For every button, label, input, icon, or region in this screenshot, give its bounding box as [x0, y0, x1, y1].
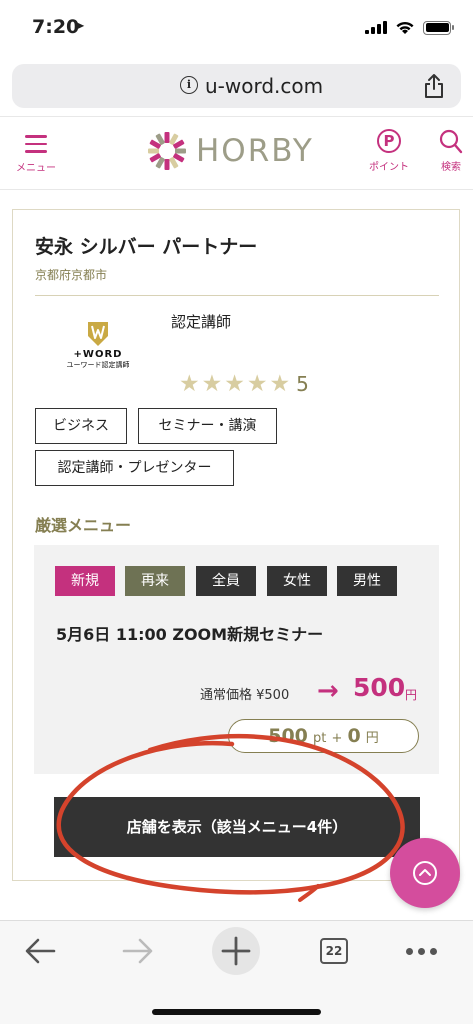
points-icon: P: [377, 129, 401, 153]
cash-value: 0: [347, 725, 361, 747]
logo-petal: [175, 148, 186, 154]
tag-business[interactable]: ビジネス: [35, 408, 127, 444]
back-arrow-icon[interactable]: [24, 935, 58, 967]
tag-presenter[interactable]: 認定講師・プレゼンター: [35, 450, 234, 486]
status-indicators: [365, 20, 454, 35]
status-bar: 7:20 ➤: [0, 0, 473, 56]
site-header: メニュー HORBY P ポイント 検索: [0, 116, 473, 190]
star-icon: ★: [246, 370, 268, 397]
sale-price-unit: 円: [405, 688, 418, 702]
logo-text: HORBY: [196, 133, 314, 169]
points-button[interactable]: P ポイント: [364, 129, 414, 173]
menu-label: メニュー: [16, 162, 56, 174]
badge-male: 男性: [337, 566, 397, 596]
thumb-subtitle: ユーワード認定講師: [66, 361, 130, 369]
points-price: 500 pt + 0 円: [228, 719, 419, 753]
status-time: 7:20: [32, 16, 80, 38]
show-shop-button[interactable]: 店舗を表示（該当メニュー4件）: [54, 797, 420, 857]
logo-petal: [164, 159, 170, 170]
badge-new: 新規: [55, 566, 115, 596]
browser-toolbar: 22: [0, 920, 473, 1024]
badge-return: 再来: [125, 566, 185, 596]
star-icon: ★: [224, 370, 245, 397]
new-tab-button[interactable]: [212, 927, 260, 975]
star-icon: ★: [179, 370, 200, 397]
logo-petal: [148, 148, 159, 154]
tag-seminar[interactable]: セミナー・講演: [138, 408, 277, 444]
thumb-logo-text: +WORD: [73, 349, 123, 360]
star-icon: ★: [201, 370, 223, 397]
points-unit: pt: [312, 731, 327, 746]
menu-item-title[interactable]: 5月6日 11:00 ZOOM新規セミナー: [56, 621, 323, 645]
sale-price: 500: [353, 673, 406, 702]
address-bar[interactable]: i u-word.com: [12, 64, 461, 108]
star-icon: ★: [269, 370, 291, 397]
badge-all: 全員: [196, 566, 256, 596]
battery-icon: [423, 20, 454, 35]
certification-label: 認定講師: [171, 313, 232, 331]
points-value: 500: [268, 725, 308, 747]
cash-unit: 円: [365, 731, 379, 746]
shop-name[interactable]: 安永 シルバー パートナー: [35, 232, 257, 259]
logo-petal: [164, 132, 170, 143]
points-plus: +: [331, 731, 343, 746]
wifi-icon: [396, 21, 414, 34]
plus-icon: [221, 936, 251, 966]
word-shield-icon: [88, 322, 108, 346]
normal-price: 通常価格 ¥500: [200, 688, 290, 703]
search-button[interactable]: 検索: [432, 129, 470, 173]
divider: [35, 295, 439, 296]
logo-mark-icon: [148, 132, 186, 170]
rating-stars: ★ ★ ★ ★ ★ 5: [179, 372, 309, 396]
cellular-signal-icon: [365, 21, 387, 34]
forward-arrow-icon[interactable]: [120, 935, 154, 967]
hamburger-icon: [25, 135, 47, 153]
more-icon[interactable]: [406, 948, 437, 955]
scroll-top-button[interactable]: [390, 838, 460, 908]
price-arrow-icon: →: [317, 676, 339, 706]
menu-button[interactable]: メニュー: [10, 135, 62, 174]
chevron-up-icon: [413, 861, 437, 885]
search-label: 検索: [441, 162, 461, 173]
tab-count-button[interactable]: 22: [320, 938, 348, 964]
featured-menu-item[interactable]: 新規 再来 全員 女性 男性 5月6日 11:00 ZOOM新規セミナー 通常価…: [34, 545, 439, 774]
rating-value: 5: [296, 372, 309, 396]
featured-menu-title: 厳選メニュー: [35, 516, 132, 535]
search-icon: [439, 129, 463, 154]
url-text[interactable]: u-word.com: [205, 74, 323, 98]
home-indicator: [152, 1009, 321, 1015]
points-label: ポイント: [369, 162, 409, 173]
badge-female: 女性: [267, 566, 327, 596]
site-logo[interactable]: HORBY: [146, 129, 314, 173]
share-icon[interactable]: [423, 73, 445, 99]
shop-card: 安永 シルバー パートナー 京都府京都市 +WORD ユーワード認定講師 認定講…: [12, 209, 460, 881]
shop-location: 京都府京都市: [35, 268, 108, 282]
location-arrow-icon: ➤: [74, 19, 85, 34]
site-info-icon[interactable]: i: [180, 76, 198, 94]
shop-thumbnail[interactable]: +WORD ユーワード認定講師: [53, 307, 143, 393]
